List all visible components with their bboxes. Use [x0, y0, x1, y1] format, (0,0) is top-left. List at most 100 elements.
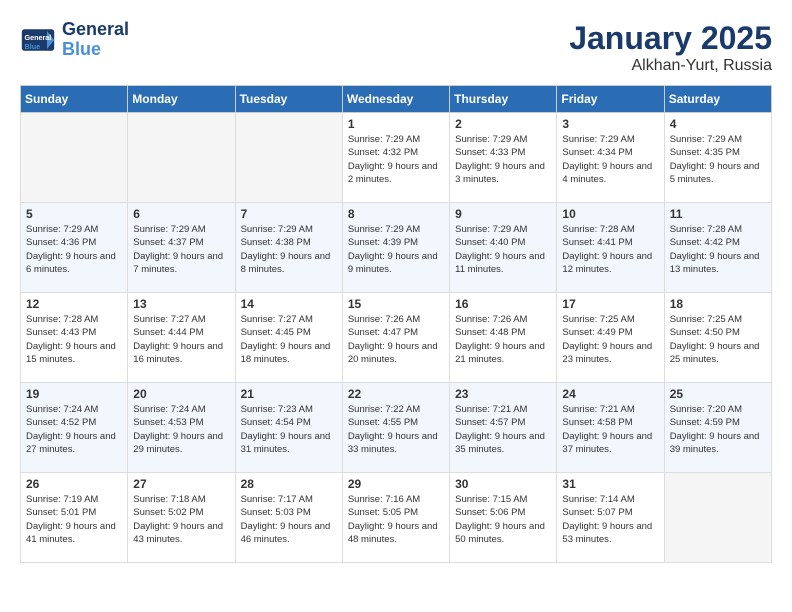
col-header-monday: Monday	[128, 86, 235, 113]
day-number: 3	[562, 117, 658, 131]
day-number: 11	[670, 207, 766, 221]
day-info: Sunrise: 7:29 AMSunset: 4:35 PMDaylight:…	[670, 133, 766, 186]
location-title: Alkhan-Yurt, Russia	[569, 57, 772, 75]
day-info: Sunrise: 7:29 AMSunset: 4:38 PMDaylight:…	[241, 223, 337, 276]
col-header-friday: Friday	[557, 86, 664, 113]
day-info: Sunrise: 7:16 AMSunset: 5:05 PMDaylight:…	[348, 493, 444, 546]
day-number: 8	[348, 207, 444, 221]
calendar-week-1: 1Sunrise: 7:29 AMSunset: 4:32 PMDaylight…	[21, 113, 772, 203]
calendar-cell: 15Sunrise: 7:26 AMSunset: 4:47 PMDayligh…	[342, 293, 449, 383]
calendar-cell: 29 Sunrise: 7:16 AMSunset: 5:05 PMDayligh…	[342, 473, 449, 563]
day-number: 2	[455, 117, 551, 131]
calendar-cell: 25Sunrise: 7:20 AMSunset: 4:59 PMDayligh…	[664, 383, 771, 473]
logo-text: General Blue	[62, 20, 129, 60]
calendar-cell: 16 Sunrise: 7:26 AMSunset: 4:48 PMDayligh…	[450, 293, 557, 383]
day-info: Sunrise: 7:29 AMSunset: 4:33 PMDaylight:…	[455, 133, 551, 186]
calendar-cell: 17 Sunrise: 7:25 AMSunset: 4:49 PMDayligh…	[557, 293, 664, 383]
calendar-cell: 4Sunrise: 7:29 AMSunset: 4:35 PMDaylight…	[664, 113, 771, 203]
day-number: 29	[348, 477, 444, 491]
day-number: 28	[241, 477, 337, 491]
day-number: 30	[455, 477, 551, 491]
calendar-cell: 8 Sunrise: 7:29 AMSunset: 4:39 PMDaylight…	[342, 203, 449, 293]
calendar-cell: 14Sunrise: 7:27 AMSunset: 4:45 PMDayligh…	[235, 293, 342, 383]
day-number: 17	[562, 297, 658, 311]
day-info: Sunrise: 7:21 AMSunset: 4:57 PMDaylight:…	[455, 403, 551, 456]
calendar-cell: 22 Sunrise: 7:22 AMSunset: 4:55 PMDayligh…	[342, 383, 449, 473]
day-info: Sunrise: 7:24 AMSunset: 4:52 PMDaylight:…	[26, 403, 122, 456]
calendar-cell: 21Sunrise: 7:23 AMSunset: 4:54 PMDayligh…	[235, 383, 342, 473]
day-number: 6	[133, 207, 229, 221]
calendar-cell: 7 Sunrise: 7:29 AMSunset: 4:38 PMDaylight…	[235, 203, 342, 293]
day-number: 9	[455, 207, 551, 221]
calendar-cell: 1Sunrise: 7:29 AMSunset: 4:32 PMDaylight…	[342, 113, 449, 203]
day-info: Sunrise: 7:26 AMSunset: 4:48 PMDaylight:…	[455, 313, 551, 366]
day-info: Sunrise: 7:18 AMSunset: 5:02 PMDaylight:…	[133, 493, 229, 546]
day-info: Sunrise: 7:28 AMSunset: 4:43 PMDaylight:…	[26, 313, 122, 366]
calendar-cell	[235, 113, 342, 203]
calendar-cell: 3 Sunrise: 7:29 AMSunset: 4:34 PMDaylight…	[557, 113, 664, 203]
day-info: Sunrise: 7:29 AMSunset: 4:37 PMDaylight:…	[133, 223, 229, 276]
calendar-cell	[664, 473, 771, 563]
calendar-cell: 23Sunrise: 7:21 AMSunset: 4:57 PMDayligh…	[450, 383, 557, 473]
col-header-sunday: Sunday	[21, 86, 128, 113]
calendar-cell: 30 Sunrise: 7:15 AMSunset: 5:06 PMDayligh…	[450, 473, 557, 563]
day-info: Sunrise: 7:14 AMSunset: 5:07 PMDaylight:…	[562, 493, 658, 546]
calendar-cell: 6 Sunrise: 7:29 AMSunset: 4:37 PMDaylight…	[128, 203, 235, 293]
logo: General Blue General Blue	[20, 20, 129, 60]
calendar-cell: 18 Sunrise: 7:25 AMSunset: 4:50 PMDayligh…	[664, 293, 771, 383]
calendar-cell: 10Sunrise: 7:28 AMSunset: 4:41 PMDayligh…	[557, 203, 664, 293]
day-info: Sunrise: 7:22 AMSunset: 4:55 PMDaylight:…	[348, 403, 444, 456]
day-info: Sunrise: 7:27 AMSunset: 4:45 PMDaylight:…	[241, 313, 337, 366]
day-number: 15	[348, 297, 444, 311]
day-info: Sunrise: 7:29 AMSunset: 4:34 PMDaylight:…	[562, 133, 658, 186]
calendar-table: SundayMondayTuesdayWednesdayThursdayFrid…	[20, 85, 772, 563]
day-number: 31	[562, 477, 658, 491]
day-info: Sunrise: 7:24 AMSunset: 4:53 PMDaylight:…	[133, 403, 229, 456]
day-number: 20	[133, 387, 229, 401]
calendar-header-row: SundayMondayTuesdayWednesdayThursdayFrid…	[21, 86, 772, 113]
calendar-week-4: 19 Sunrise: 7:24 AMSunset: 4:52 PMDayligh…	[21, 383, 772, 473]
day-info: Sunrise: 7:29 AMSunset: 4:36 PMDaylight:…	[26, 223, 122, 276]
svg-text:General: General	[25, 33, 52, 42]
calendar-cell	[21, 113, 128, 203]
day-info: Sunrise: 7:21 AMSunset: 4:58 PMDaylight:…	[562, 403, 658, 456]
col-header-wednesday: Wednesday	[342, 86, 449, 113]
calendar-week-2: 5 Sunrise: 7:29 AMSunset: 4:36 PMDaylight…	[21, 203, 772, 293]
calendar-week-3: 12Sunrise: 7:28 AMSunset: 4:43 PMDayligh…	[21, 293, 772, 383]
day-number: 18	[670, 297, 766, 311]
col-header-tuesday: Tuesday	[235, 86, 342, 113]
day-number: 26	[26, 477, 122, 491]
calendar-cell: 26 Sunrise: 7:19 AMSunset: 5:01 PMDayligh…	[21, 473, 128, 563]
day-number: 7	[241, 207, 337, 221]
calendar-cell: 9Sunrise: 7:29 AMSunset: 4:40 PMDaylight…	[450, 203, 557, 293]
calendar-cell: 24Sunrise: 7:21 AMSunset: 4:58 PMDayligh…	[557, 383, 664, 473]
calendar-cell: 12Sunrise: 7:28 AMSunset: 4:43 PMDayligh…	[21, 293, 128, 383]
day-info: Sunrise: 7:29 AMSunset: 4:39 PMDaylight:…	[348, 223, 444, 276]
calendar-week-5: 26 Sunrise: 7:19 AMSunset: 5:01 PMDayligh…	[21, 473, 772, 563]
calendar-cell: 11Sunrise: 7:28 AMSunset: 4:42 PMDayligh…	[664, 203, 771, 293]
day-number: 13	[133, 297, 229, 311]
day-info: Sunrise: 7:17 AMSunset: 5:03 PMDaylight:…	[241, 493, 337, 546]
day-info: Sunrise: 7:19 AMSunset: 5:01 PMDaylight:…	[26, 493, 122, 546]
day-number: 25	[670, 387, 766, 401]
day-info: Sunrise: 7:15 AMSunset: 5:06 PMDaylight:…	[455, 493, 551, 546]
calendar-cell: 28 Sunrise: 7:17 AMSunset: 5:03 PMDayligh…	[235, 473, 342, 563]
svg-text:Blue: Blue	[25, 42, 41, 51]
title-block: January 2025 Alkhan-Yurt, Russia	[569, 20, 772, 75]
month-title: January 2025	[569, 20, 772, 57]
day-info: Sunrise: 7:25 AMSunset: 4:49 PMDaylight:…	[562, 313, 658, 366]
day-number: 10	[562, 207, 658, 221]
calendar-cell: 19 Sunrise: 7:24 AMSunset: 4:52 PMDayligh…	[21, 383, 128, 473]
day-number: 27	[133, 477, 229, 491]
day-number: 5	[26, 207, 122, 221]
day-number: 19	[26, 387, 122, 401]
calendar-cell: 2 Sunrise: 7:29 AMSunset: 4:33 PMDaylight…	[450, 113, 557, 203]
calendar-cell: 5 Sunrise: 7:29 AMSunset: 4:36 PMDaylight…	[21, 203, 128, 293]
day-info: Sunrise: 7:25 AMSunset: 4:50 PMDaylight:…	[670, 313, 766, 366]
day-info: Sunrise: 7:27 AMSunset: 4:44 PMDaylight:…	[133, 313, 229, 366]
logo-icon: General Blue	[20, 22, 56, 58]
calendar-cell: 13 Sunrise: 7:27 AMSunset: 4:44 PMDayligh…	[128, 293, 235, 383]
day-number: 22	[348, 387, 444, 401]
day-number: 16	[455, 297, 551, 311]
calendar-cell: 31 Sunrise: 7:14 AMSunset: 5:07 PMDayligh…	[557, 473, 664, 563]
